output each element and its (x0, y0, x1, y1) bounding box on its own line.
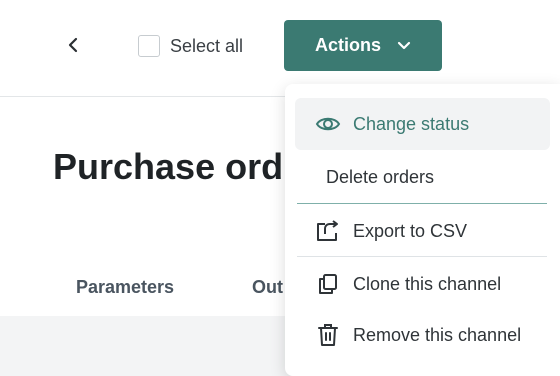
tab-parameters[interactable]: Parameters (76, 277, 174, 298)
top-toolbar: Select all Actions (0, 0, 560, 97)
tab-out[interactable]: Out (252, 277, 283, 298)
menu-divider (297, 203, 547, 204)
page-title: Purchase ord (53, 146, 284, 187)
chevron-down-icon (397, 41, 411, 49)
menu-item-change-status[interactable]: Change status (295, 98, 550, 150)
export-icon (315, 218, 341, 244)
actions-dropdown-menu: Change status Delete orders Export to CS… (285, 84, 560, 376)
menu-item-delete-orders[interactable]: Delete orders (295, 151, 550, 203)
menu-item-export-csv[interactable]: Export to CSV (295, 205, 550, 257)
menu-item-label: Clone this channel (353, 273, 502, 294)
menu-item-remove-channel[interactable]: Remove this channel (295, 309, 550, 361)
clone-icon (315, 271, 341, 297)
actions-label: Actions (314, 35, 381, 55)
select-all-checkbox[interactable] (138, 35, 160, 57)
eye-icon (315, 111, 341, 137)
select-all-label: Select all (170, 35, 244, 56)
select-all-control[interactable]: Select all (138, 34, 243, 58)
back-button[interactable] (62, 33, 86, 57)
menu-item-label: Remove this channel (353, 324, 522, 345)
menu-item-label: Delete orders (326, 166, 435, 187)
menu-item-label: Change status (353, 113, 470, 134)
menu-item-label: Export to CSV (353, 220, 468, 241)
menu-item-clone-channel[interactable]: Clone this channel (295, 258, 550, 310)
actions-button[interactable]: Actions (284, 20, 442, 71)
trash-icon (315, 322, 341, 348)
menu-divider (297, 256, 547, 257)
chevron-left-icon (68, 37, 78, 53)
